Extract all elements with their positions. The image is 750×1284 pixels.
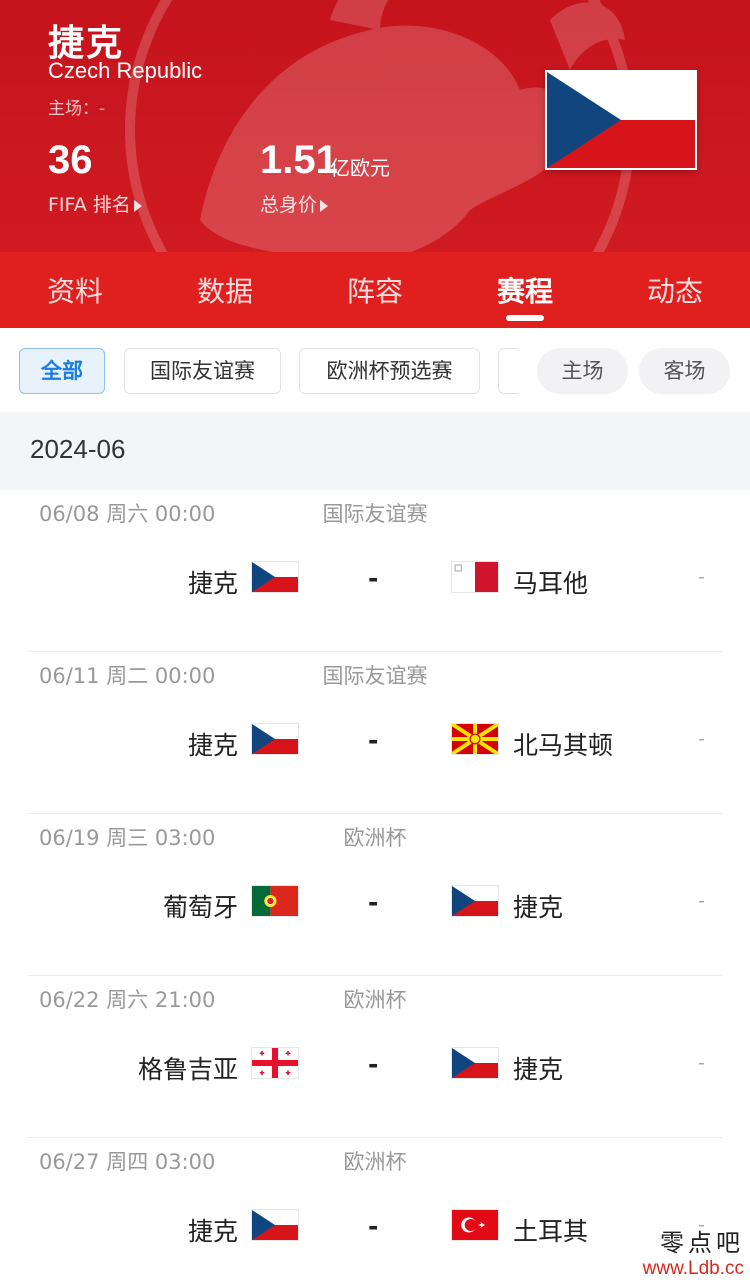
match-competition: 欧洲杯	[343, 988, 407, 1012]
match-competition: 欧洲杯	[343, 1150, 407, 1174]
match-competition: 国际友谊赛	[322, 664, 428, 688]
home-team: 捷克	[187, 731, 238, 760]
match-row[interactable]: 06/11 周二 00:00 国际友谊赛 捷克 - 北马其顿 -	[0, 652, 750, 814]
match-datetime: 06/19 周三 03:00	[39, 826, 216, 850]
filter-away[interactable]: 客场	[639, 348, 730, 394]
market-value-unit: 亿欧元	[330, 156, 390, 180]
match-score: -	[698, 728, 705, 750]
czech-flag-icon	[452, 886, 498, 916]
match-score: -	[698, 890, 705, 912]
match-datetime: 06/27 周四 03:00	[39, 1150, 216, 1174]
match-row[interactable]: 06/22 周六 21:00 欧洲杯 格鲁吉亚 - 捷克 -	[0, 976, 750, 1138]
filter-chip-all[interactable]: 全部	[19, 348, 105, 394]
filter-chip-friendly[interactable]: 国际友谊赛	[124, 348, 281, 394]
czech-flag-icon	[545, 70, 697, 170]
away-team: 土耳其	[513, 1217, 589, 1246]
czech-flag-icon	[452, 1048, 498, 1078]
malta-flag-icon	[452, 562, 498, 592]
match-score: -	[698, 566, 705, 588]
match-vs: -	[368, 564, 379, 593]
market-value-label: 总身价	[260, 194, 318, 216]
tab-squad[interactable]: 阵容	[300, 270, 450, 310]
away-team: 北马其顿	[513, 731, 614, 760]
home-team: 捷克	[187, 569, 238, 598]
match-datetime: 06/11 周二 00:00	[39, 664, 216, 688]
match-row[interactable]: 06/19 周三 03:00 欧洲杯 葡萄牙 - 捷克 -	[0, 814, 750, 976]
active-tab-indicator	[506, 315, 544, 321]
market-value: 1.51	[260, 138, 338, 182]
tab-schedule[interactable]: 赛程	[450, 270, 600, 310]
home-team: 葡萄牙	[162, 893, 238, 922]
filter-home[interactable]: 主场	[537, 348, 628, 394]
czech-flag-icon	[252, 724, 298, 754]
tab-info[interactable]: 资料	[0, 270, 150, 310]
north-macedonia-flag-icon	[452, 724, 498, 754]
team-header: 捷克 Czech Republic 主场：- 36 FIFA 排名 1.51 亿…	[0, 0, 750, 252]
match-competition: 国际友谊赛	[322, 502, 428, 526]
match-competition: 欧洲杯	[343, 826, 407, 850]
team-name-english: Czech Republic	[48, 58, 203, 83]
match-datetime: 06/08 周六 00:00	[39, 502, 216, 526]
away-team: 捷克	[513, 893, 564, 922]
turkey-flag-icon	[452, 1210, 498, 1240]
match-datetime: 06/22 周六 21:00	[39, 988, 216, 1012]
match-vs: -	[368, 726, 379, 755]
czech-flag-icon	[252, 562, 298, 592]
section-tabs: 资料 数据 阵容 赛程 动态	[0, 252, 750, 328]
match-row[interactable]: 06/08 周六 00:00 国际友谊赛 捷克 - 马耳他 -	[0, 490, 750, 652]
home-stadium: 主场：-	[48, 99, 106, 119]
caret-right-icon	[320, 199, 329, 212]
site-logo-url: www.Ldb.cc	[642, 1258, 744, 1279]
site-logo-name: 零点吧	[660, 1229, 744, 1257]
tab-stats[interactable]: 数据	[150, 270, 300, 310]
market-value-link[interactable]: 总身价	[260, 190, 329, 217]
caret-right-icon	[133, 199, 142, 212]
tab-news[interactable]: 动态	[600, 270, 750, 310]
month-label: 2024-06	[30, 434, 126, 464]
away-team: 马耳他	[513, 569, 589, 598]
schedule-filter-bar: 全部 国际友谊赛 欧洲杯预选赛 主场 客场	[0, 328, 750, 412]
czech-flag-icon	[252, 1210, 298, 1240]
match-score: -	[698, 1052, 705, 1074]
fifa-rank-label: FIFA 排名	[48, 194, 131, 216]
home-team: 捷克	[187, 1217, 238, 1246]
month-header: 2024-06	[0, 412, 750, 490]
match-vs: -	[368, 888, 379, 917]
match-row[interactable]: 06/27 周四 03:00 欧洲杯 捷克 - 土耳其 -	[0, 1138, 750, 1284]
home-team: 格鲁吉亚	[137, 1055, 238, 1084]
match-vs: -	[368, 1212, 379, 1241]
fifa-rank-link[interactable]: FIFA 排名	[48, 190, 142, 217]
away-team: 捷克	[513, 1055, 564, 1084]
filter-chip-euro-qualifier[interactable]: 欧洲杯预选赛	[299, 348, 480, 394]
fifa-rank-value: 36	[48, 138, 93, 182]
match-vs: -	[368, 1050, 379, 1079]
portugal-flag-icon	[252, 886, 298, 916]
site-logo-watermark: 零点吧 www.Ldb.cc	[643, 1223, 744, 1280]
georgia-flag-icon	[252, 1048, 298, 1078]
